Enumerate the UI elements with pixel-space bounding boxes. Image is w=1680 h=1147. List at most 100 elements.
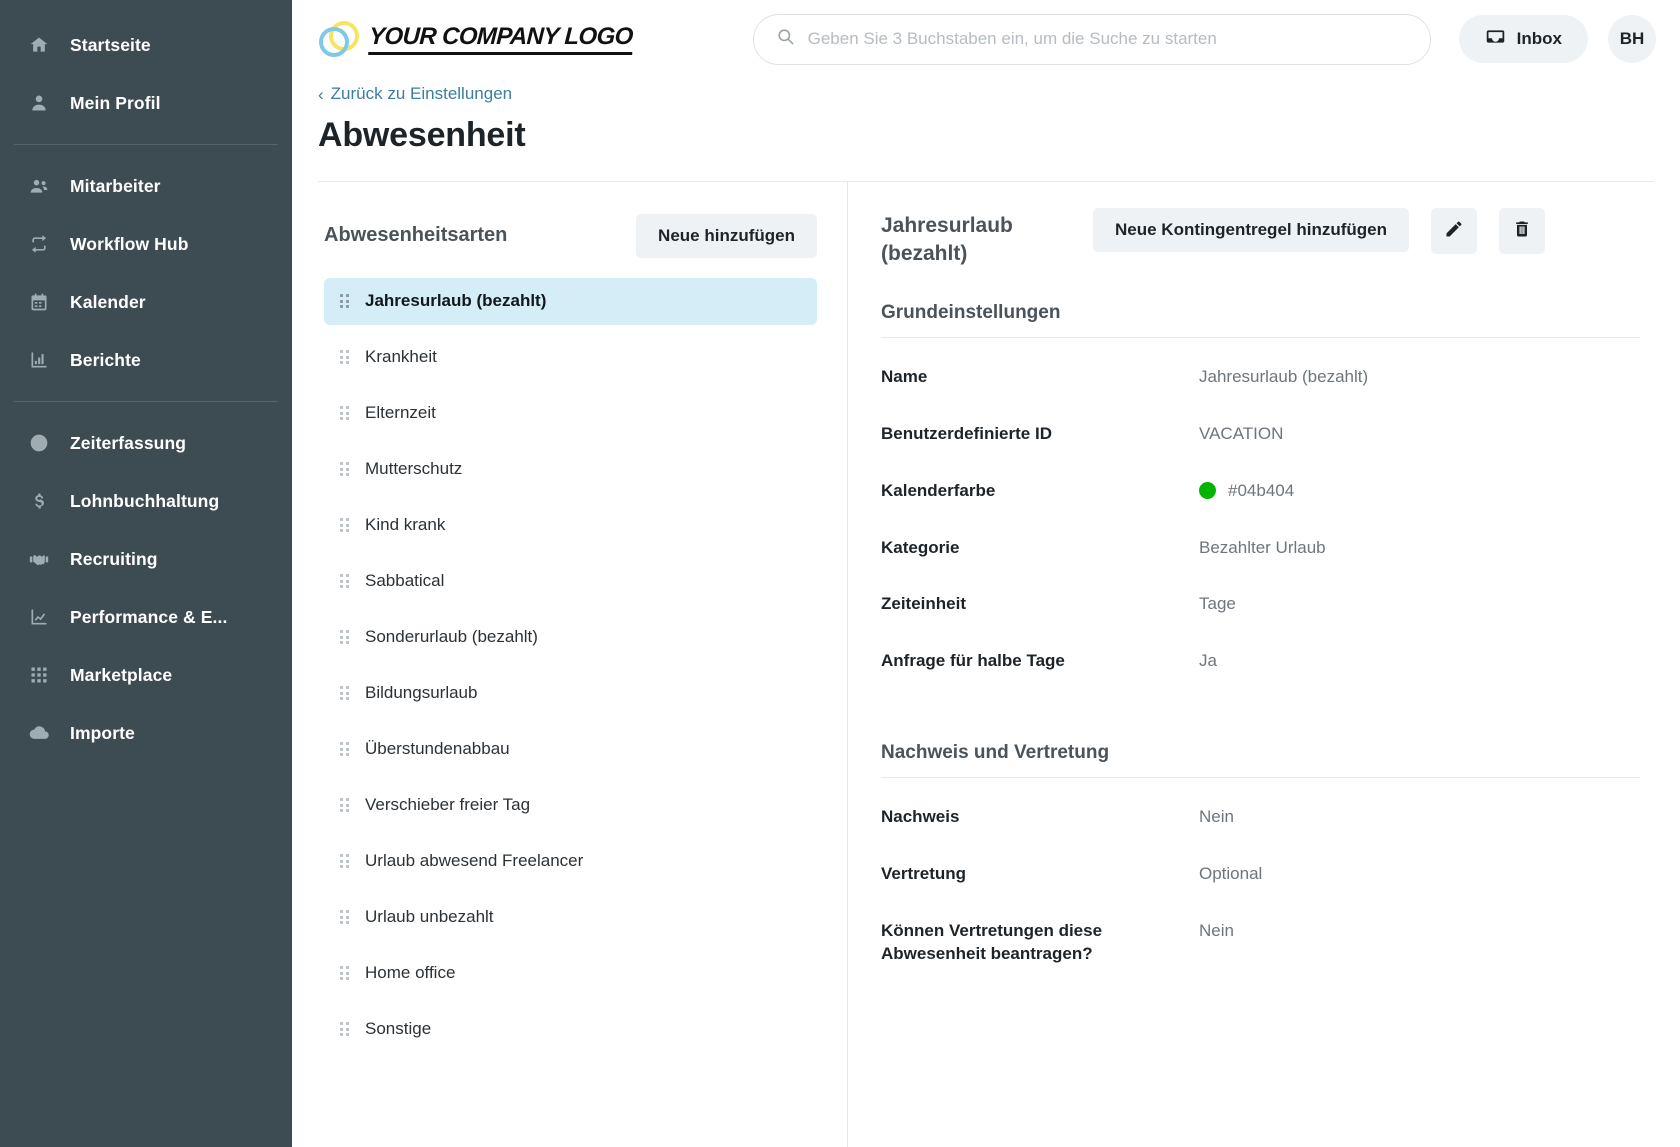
sidebar-item-performance-e[interactable]: Performance & E... [0,588,292,646]
sidebar-item-recruiting[interactable]: Recruiting [0,530,292,588]
workflow-icon [28,233,50,255]
list-item[interactable]: Überstundenabbau [324,726,817,773]
field-label: Können Vertretungen diese Abwesenheit be… [881,920,1103,964]
list-item[interactable]: Urlaub unbezahlt [324,894,817,941]
list-item[interactable]: Home office [324,950,817,997]
list-item-label: Jahresurlaub (bezahlt) [365,291,547,310]
sidebar-item-label: Kalender [70,291,146,312]
content-area: Abwesenheitsarten Neue hinzufügen Jahres… [292,181,1680,1147]
drag-handle-icon[interactable] [340,518,350,532]
sidebar-item-workflow-hub[interactable]: Workflow Hub [0,215,292,273]
sidebar-item-importe[interactable]: Importe [0,704,292,762]
sidebar-item-label: Performance & E... [70,606,228,627]
sidebar-item-label: Workflow Hub [70,233,189,254]
field-value: Jahresurlaub (bezahlt) [1199,367,1369,387]
drag-handle-icon[interactable] [340,798,350,812]
sidebar-item-startseite[interactable]: Startseite [0,16,292,74]
list-item-label: Elternzeit [365,403,436,422]
section-title: Grundeinstellungen [881,302,1640,339]
search-input[interactable] [807,29,1408,49]
pencil-icon [1444,219,1464,242]
delete-button[interactable] [1499,207,1545,254]
absence-types-list: Jahresurlaub (bezahlt) Krankheit Elternzei… [324,277,817,1053]
sidebar-item-marketplace[interactable]: Marketplace [0,646,292,704]
detail-header: Jahresurlaub (bezahlt) Neue Kontingentre… [881,207,1640,269]
drag-handle-icon[interactable] [340,462,350,476]
sidebar: Startseite Mein Profil Mitarbeiter Workflow… [0,0,292,1147]
bar-chart-icon [28,349,50,371]
inbox-button[interactable]: Inbox [1458,15,1588,63]
breadcrumb-back-link[interactable]: ‹ Zurück zu Einstellungen [318,84,512,104]
list-item-label: Mutterschutz [365,459,463,478]
list-item[interactable]: Jahresurlaub (bezahlt) [324,277,817,325]
field-value-text: #04b404 [1228,480,1295,500]
sidebar-item-label: Zeiterfassung [70,432,187,453]
color-swatch-icon [1199,482,1216,500]
field-value: Optional [1199,863,1263,883]
drag-handle-icon[interactable] [340,294,350,308]
detail-sections: Grundeinstellungen Name Jahresurlaub (beza… [881,302,1640,980]
drag-handle-icon[interactable] [340,350,350,364]
sidebar-item-label: Marketplace [70,664,173,685]
add-quota-rule-button[interactable]: Neue Kontingentregel hinzufügen [1093,207,1409,252]
sidebar-item-lohnbuchhaltung[interactable]: Lohnbuchhaltung [0,472,292,530]
avatar[interactable]: BH [1608,15,1656,63]
list-item-label: Krankheit [365,347,437,366]
list-item[interactable]: Sabbatical [324,558,817,605]
drag-handle-icon[interactable] [340,1022,350,1036]
field-label: Kategorie [881,537,960,557]
field-label: Anfrage für halbe Tage [881,651,1065,671]
cloud-upload-icon [28,722,50,744]
sidebar-item-mein-profil[interactable]: Mein Profil [0,74,292,132]
add-new-button[interactable]: Neue hinzufügen [636,213,817,258]
drag-handle-icon[interactable] [340,910,350,924]
list-item-label: Kind krank [365,515,446,534]
detail-field: Vertretung Optional [881,843,1640,900]
list-item-label: Sabbatical [365,571,445,590]
sidebar-item-label: Mein Profil [70,92,161,113]
list-item[interactable]: Sonderurlaub (bezahlt) [324,614,817,661]
list-item[interactable]: Kind krank [324,502,817,549]
drag-handle-icon[interactable] [340,854,350,868]
list-item[interactable]: Elternzeit [324,390,817,437]
sidebar-item-zeiterfassung[interactable]: Zeiterfassung [0,414,292,472]
field-label: Zeiteinheit [881,594,967,614]
sidebar-item-label: Recruiting [70,548,158,569]
list-item[interactable]: Krankheit [324,334,817,381]
sidebar-item-kalender[interactable]: Kalender [0,273,292,331]
absence-types-panel: Abwesenheitsarten Neue hinzufügen Jahres… [292,181,848,1147]
edit-button[interactable] [1431,207,1477,254]
field-label: Vertretung [881,863,967,883]
list-item[interactable]: Urlaub abwesend Freelancer [324,838,817,885]
sidebar-item-berichte[interactable]: Berichte [0,331,292,389]
sidebar-divider [14,401,278,402]
dollar-icon [28,490,50,512]
drag-handle-icon[interactable] [340,574,350,588]
sidebar-item-mitarbeiter[interactable]: Mitarbeiter [0,157,292,215]
detail-field: Kalenderfarbe #04b404 [881,460,1640,517]
drag-handle-icon[interactable] [340,406,350,420]
sidebar-item-label: Lohnbuchhaltung [70,490,220,511]
absence-types-heading: Abwesenheitsarten [324,224,508,246]
drag-handle-icon[interactable] [340,630,350,644]
list-item[interactable]: Verschieber freier Tag [324,782,817,829]
list-item[interactable]: Bildungsurlaub [324,670,817,717]
drag-handle-icon[interactable] [340,742,350,756]
page-title: Abwesenheit [318,115,526,154]
field-label: Nachweis [881,806,960,826]
users-icon [28,175,50,197]
sidebar-divider [14,144,278,145]
main-area: YOUR COMPANY LOGO Inbox BH ‹ Zurüc [292,0,1680,1147]
field-label: Benutzerdefinierte ID [881,423,1052,443]
page-header: ‹ Zurück zu Einstellungen Abwesenheit [292,78,1680,155]
chevron-left-icon: ‹ [318,84,324,104]
drag-handle-icon[interactable] [340,686,350,700]
list-item[interactable]: Sonstige [324,1006,817,1053]
list-item[interactable]: Mutterschutz [324,446,817,493]
absence-detail-panel: Jahresurlaub (bezahlt) Neue Kontingentre… [848,182,1680,1147]
company-logo[interactable]: YOUR COMPANY LOGO [318,19,634,59]
sidebar-item-label: Importe [70,722,135,743]
field-value: Tage [1199,594,1236,614]
drag-handle-icon[interactable] [340,966,350,980]
search-box[interactable] [752,13,1431,65]
